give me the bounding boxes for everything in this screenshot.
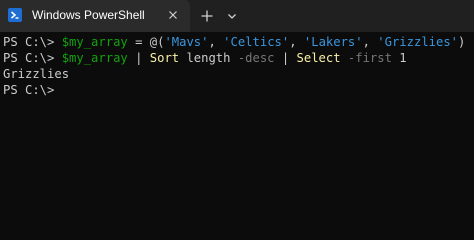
string-token: 'Mavs' <box>164 35 209 49</box>
chevron-down-icon[interactable] <box>224 7 240 25</box>
parameter-token: -desc <box>230 51 275 65</box>
terminal-line-2: PS C:\> $my_array | Sort length -desc | … <box>3 50 407 66</box>
title-bar: Windows PowerShell <box>0 0 474 32</box>
number-token: 1 <box>391 51 407 65</box>
command-output: Grizzlies <box>3 67 70 81</box>
tab-windows-powershell[interactable]: Windows PowerShell <box>0 0 190 32</box>
string-token: 'Lakers' <box>303 35 363 49</box>
variable-token: $my_array <box>61 51 128 65</box>
powershell-icon <box>8 8 22 22</box>
terminal-line-4: PS C:\> <box>3 82 62 98</box>
prompt: PS C:\> <box>3 83 62 97</box>
array-open-token: @( <box>149 35 165 49</box>
pipe-token: | <box>274 51 297 65</box>
parameter-token: -first <box>340 51 392 65</box>
argument-token: length <box>179 51 231 65</box>
separator-token: , <box>208 35 224 49</box>
array-close-token: ) <box>458 35 466 49</box>
prompt: PS C:\> <box>3 51 62 65</box>
terminal-output[interactable]: PS C:\> $my_array = @('Mavs', 'Celtics',… <box>0 32 474 240</box>
separator-token: , <box>289 35 304 49</box>
terminal-line-1: PS C:\> $my_array = @('Mavs', 'Celtics',… <box>3 34 465 50</box>
pipe-token: | <box>127 51 150 65</box>
command-token: Sort <box>149 51 180 65</box>
string-token: 'Celtics' <box>223 35 290 49</box>
prompt: PS C:\> <box>3 35 62 49</box>
command-token: Select <box>296 51 341 65</box>
variable-token: $my_array <box>61 35 128 49</box>
terminal-line-3: Grizzlies <box>3 66 69 82</box>
close-icon[interactable] <box>166 8 180 22</box>
plus-icon[interactable] <box>198 7 216 25</box>
operator-token: = <box>127 35 150 49</box>
string-token: 'Grizzlies' <box>377 35 459 49</box>
tab-title: Windows PowerShell <box>32 8 145 22</box>
separator-token: , <box>362 35 378 49</box>
